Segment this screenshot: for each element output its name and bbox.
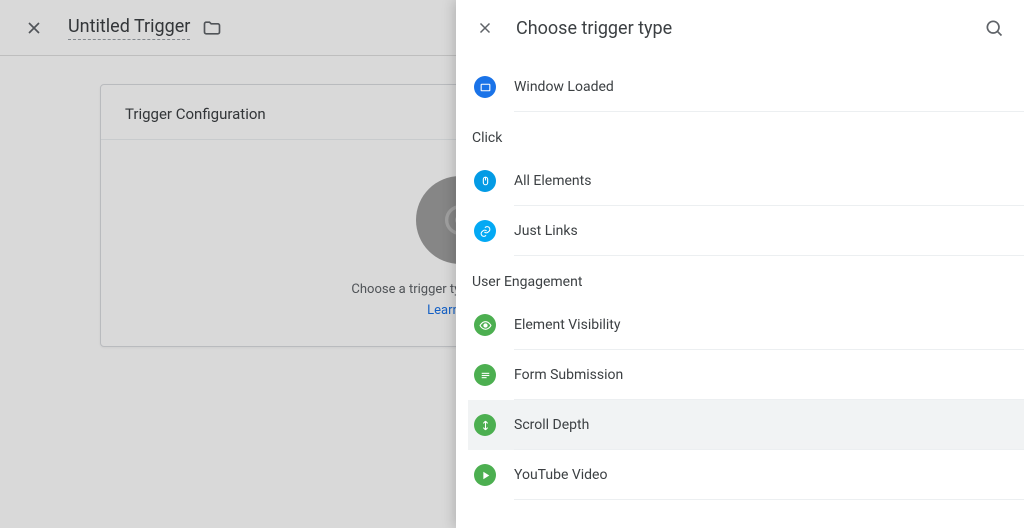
group-label-click: Click: [468, 112, 1024, 156]
trigger-option-label: Element Visibility: [514, 300, 1024, 350]
trigger-option-label: All Elements: [514, 156, 1024, 206]
trigger-option-label: Form Submission: [514, 350, 1024, 400]
trigger-option-element-visibility[interactable]: Element Visibility: [468, 300, 1024, 350]
close-icon[interactable]: [24, 18, 44, 38]
trigger-option-scroll-depth[interactable]: Scroll Depth: [468, 400, 1024, 450]
trigger-type-panel: Choose trigger type Window Loaded Click …: [456, 0, 1024, 528]
form-icon: [474, 364, 496, 386]
folder-icon[interactable]: [202, 18, 222, 38]
panel-close-icon[interactable]: [476, 19, 494, 37]
scroll-icon: [474, 414, 496, 436]
trigger-option-just-links[interactable]: Just Links: [468, 206, 1024, 256]
trigger-option-label: Window Loaded: [514, 62, 1024, 112]
panel-title: Choose trigger type: [516, 18, 984, 39]
link-icon: [474, 220, 496, 242]
trigger-option-form-submission[interactable]: Form Submission: [468, 350, 1024, 400]
trigger-option-all-elements[interactable]: All Elements: [468, 156, 1024, 206]
trigger-option-label: Just Links: [514, 206, 1024, 256]
page-title[interactable]: Untitled Trigger: [68, 16, 190, 40]
search-icon[interactable]: [984, 18, 1004, 38]
trigger-option-label: YouTube Video: [514, 450, 1024, 500]
trigger-option-youtube-video[interactable]: YouTube Video: [468, 450, 1024, 500]
play-icon: [474, 464, 496, 486]
panel-body: Window Loaded Click All Elements Just Li…: [456, 56, 1024, 528]
trigger-option-window-loaded[interactable]: Window Loaded: [468, 62, 1024, 112]
mouse-icon: [474, 170, 496, 192]
window-loaded-icon: [474, 76, 496, 98]
trigger-option-label: Scroll Depth: [514, 400, 1024, 450]
group-label-engagement: User Engagement: [468, 256, 1024, 300]
panel-header: Choose trigger type: [456, 0, 1024, 56]
eye-icon: [474, 314, 496, 336]
